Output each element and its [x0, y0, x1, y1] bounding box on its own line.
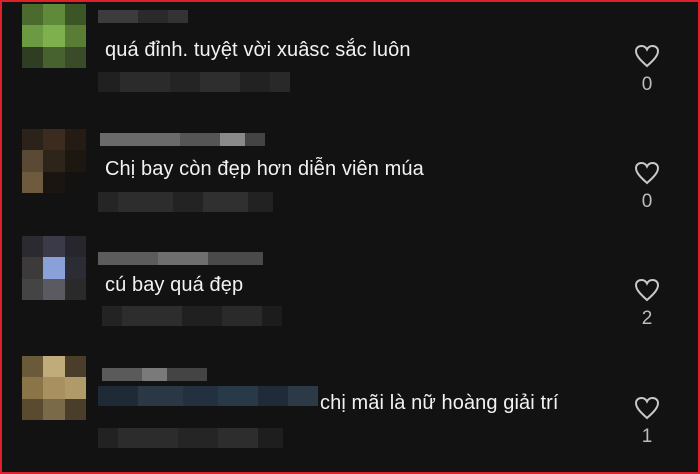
like-button[interactable]: 1 [632, 396, 662, 448]
username-blurred[interactable] [102, 368, 207, 381]
comment-meta-blurred [98, 428, 283, 448]
like-count: 0 [641, 74, 653, 95]
comment-meta-blurred [98, 72, 290, 92]
like-button[interactable]: 0 [632, 44, 662, 96]
heart-icon [634, 278, 660, 302]
comment-list: quá đỉnh. tuyệt vời xuâsc sắc luôn 0 Chị… [0, 0, 700, 474]
comment-meta-blurred [98, 192, 273, 212]
comment-text: Chị bay còn đẹp hơn diễn viên múa [105, 158, 424, 180]
avatar[interactable] [22, 4, 86, 68]
username-blurred[interactable] [98, 10, 188, 23]
comment-text: cú bay quá đẹp [105, 274, 244, 296]
blurred-mention[interactable] [98, 386, 318, 406]
comment-meta-blurred [102, 306, 282, 326]
comment-item: chị mãi là nữ hoàng giải trí 1 [2, 354, 698, 469]
username-blurred[interactable] [98, 252, 263, 265]
like-button[interactable]: 0 [632, 161, 662, 213]
like-count: 2 [641, 308, 653, 329]
heart-icon [634, 44, 660, 68]
like-count: 0 [641, 191, 653, 212]
comment-item: Chị bay còn đẹp hơn diễn viên múa 0 [2, 119, 698, 234]
heart-icon [634, 396, 660, 420]
heart-icon [634, 161, 660, 185]
comment-text: chị mãi là nữ hoàng giải trí [320, 392, 559, 414]
comment-item: quá đỉnh. tuyệt vời xuâsc sắc luôn 0 [2, 2, 698, 117]
avatar[interactable] [22, 129, 86, 193]
like-button[interactable]: 2 [632, 278, 662, 330]
username-blurred[interactable] [100, 133, 265, 146]
like-count: 1 [641, 426, 653, 447]
comment-text: quá đỉnh. tuyệt vời xuâsc sắc luôn [105, 39, 411, 61]
avatar[interactable] [22, 356, 86, 420]
avatar[interactable] [22, 236, 86, 300]
comment-item: cú bay quá đẹp 2 [2, 236, 698, 351]
